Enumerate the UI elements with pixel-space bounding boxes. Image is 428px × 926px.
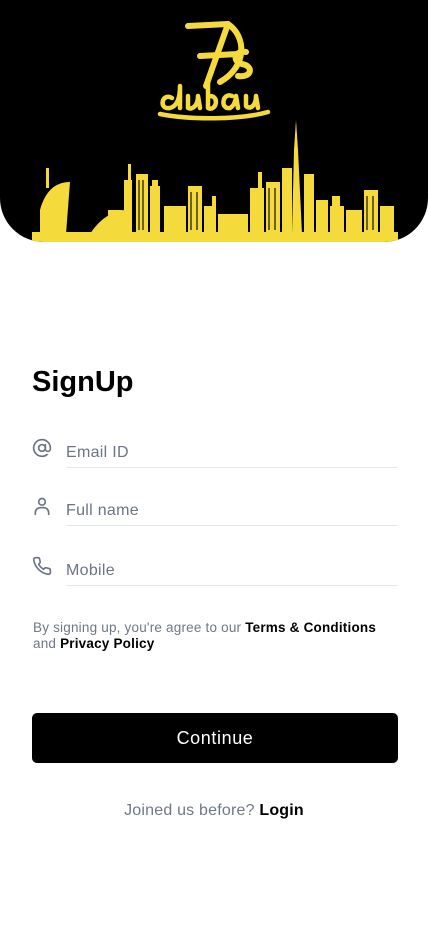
at-icon xyxy=(32,438,52,460)
fullname-field-row xyxy=(32,496,398,536)
login-prompt: Joined us before? Login xyxy=(0,802,428,820)
continue-button[interactable]: Continue xyxy=(32,713,398,763)
terms-notice: By signing up, you're agree to our Terms… xyxy=(33,620,403,652)
login-prompt-text: Joined us before? xyxy=(124,802,260,819)
terms-conditions-link[interactable]: Terms & Conditions xyxy=(245,620,376,635)
mobile-input[interactable] xyxy=(66,556,398,586)
dubai-skyline-illustration xyxy=(32,120,398,242)
email-field-row xyxy=(32,438,398,478)
email-input[interactable] xyxy=(66,438,398,468)
terms-middle: and xyxy=(33,636,61,651)
page-title: SignUp xyxy=(32,366,134,398)
fullname-input[interactable] xyxy=(66,496,398,526)
terms-prefix: By signing up, you're agree to our xyxy=(33,620,246,635)
phone-icon xyxy=(32,556,52,578)
user-icon xyxy=(32,496,52,518)
header-banner xyxy=(0,0,428,242)
privacy-policy-link[interactable]: Privacy Policy xyxy=(60,636,154,651)
login-link[interactable]: Login xyxy=(259,802,304,819)
mobile-field-row xyxy=(32,556,398,596)
